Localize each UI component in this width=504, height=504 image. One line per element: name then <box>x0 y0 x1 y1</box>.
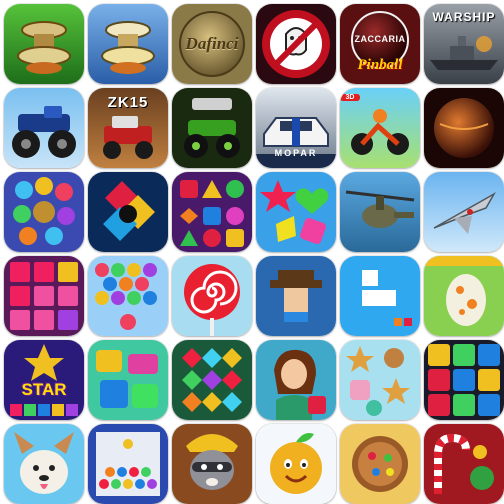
tile-mopar-racing[interactable]: MOPAR <box>256 88 336 168</box>
tile-monster-truck-blue[interactable] <box>4 88 84 168</box>
app-icon-grid: Dafinci ZACCARIA Pinball WARSHIP ZK15 MO… <box>0 0 504 504</box>
tile-color-diamond[interactable] <box>88 172 168 252</box>
bubble-shooter-icon <box>88 256 168 336</box>
tile-dafinci[interactable]: Dafinci <box>172 4 252 84</box>
jelly-blocks-icon <box>88 340 168 420</box>
tile-pixel-hat[interactable] <box>256 256 336 336</box>
tile-fruit-character[interactable] <box>256 424 336 504</box>
warship-battle-icon <box>424 4 504 84</box>
candy-shapes-icon <box>256 172 336 252</box>
pinball-ball-icon <box>340 4 420 84</box>
ghost-logo-icon <box>256 4 336 84</box>
pinball-machine-blue-icon <box>88 4 168 84</box>
tile-dragon-egg[interactable] <box>424 256 504 336</box>
puppy-dog-icon <box>4 424 84 504</box>
tile-bubble-shooter[interactable] <box>88 256 168 336</box>
monster-truck-icon <box>4 88 84 168</box>
planet-sphere-icon <box>424 88 504 168</box>
fruit-character-icon <box>256 424 336 504</box>
tile-monster-jam[interactable] <box>172 88 252 168</box>
tile-planet-sphere[interactable] <box>424 88 504 168</box>
monster-jam-truck-icon <box>172 88 252 168</box>
tile-star-blocks[interactable] <box>424 340 504 420</box>
tile-warship[interactable]: WARSHIP <box>424 4 504 84</box>
lollipop-icon <box>172 256 252 336</box>
tile-pop-star[interactable]: STAR <box>4 340 84 420</box>
princess-character-icon <box>256 340 336 420</box>
tile-ghostbusters-pinball[interactable] <box>256 4 336 84</box>
tile-puppy-dog[interactable] <box>4 424 84 504</box>
tile-bubble-orbs[interactable] <box>4 172 84 252</box>
bronze-medallion-icon <box>172 4 252 84</box>
raccoon-miner-icon <box>172 424 252 504</box>
star-blocks-icon <box>424 340 504 420</box>
jewel-match-icon <box>172 172 252 252</box>
fighter-jet-icon <box>424 172 504 252</box>
tile-blue-blocks[interactable] <box>340 256 420 336</box>
tile-attack-helicopter[interactable] <box>340 172 420 252</box>
bubble-orbs-icon <box>4 172 84 252</box>
dragon-egg-icon <box>424 256 504 336</box>
tile-jelly-blocks[interactable] <box>88 340 168 420</box>
race-car-icon <box>256 88 336 168</box>
tile-princess-match[interactable] <box>256 340 336 420</box>
column-blocks-icon <box>88 424 168 504</box>
blue-blocks-icon <box>340 256 420 336</box>
tile-candy-shapes[interactable] <box>256 172 336 252</box>
tile-pinball-machine-blue[interactable] <box>88 4 168 84</box>
dirt-bike-icon <box>340 88 420 168</box>
tile-jewel-match[interactable] <box>172 172 252 252</box>
tile-cookie-candy[interactable] <box>340 424 420 504</box>
tile-zk15-truck[interactable]: ZK15 <box>88 88 168 168</box>
tile-dirt-bike[interactable]: 3D <box>340 88 420 168</box>
cookie-match-icon <box>340 340 420 420</box>
tile-raccoon-miner[interactable] <box>172 424 252 504</box>
pop-star-icon <box>4 340 84 420</box>
pinball-machine-green-icon <box>4 4 84 84</box>
tile-christmas-candy[interactable] <box>424 424 504 504</box>
rally-truck-icon <box>88 88 168 168</box>
tile-gem-diamonds[interactable] <box>172 340 252 420</box>
tile-lollipop-swirl[interactable] <box>172 256 252 336</box>
pixel-hat-icon <box>256 256 336 336</box>
color-diamond-icon <box>88 172 168 252</box>
cookie-candy-icon <box>340 424 420 504</box>
block-grid-icon <box>4 256 84 336</box>
tile-block-grid-pink[interactable] <box>4 256 84 336</box>
christmas-candy-icon <box>424 424 504 504</box>
gem-diamonds-icon <box>172 340 252 420</box>
tile-column-blocks[interactable] <box>88 424 168 504</box>
tile-pinball-machine-green[interactable] <box>4 4 84 84</box>
tile-zaccaria-pinball[interactable]: ZACCARIA Pinball <box>340 4 420 84</box>
tile-cookie-match[interactable] <box>340 340 420 420</box>
helicopter-icon <box>340 172 420 252</box>
tile-fighter-jet[interactable] <box>424 172 504 252</box>
